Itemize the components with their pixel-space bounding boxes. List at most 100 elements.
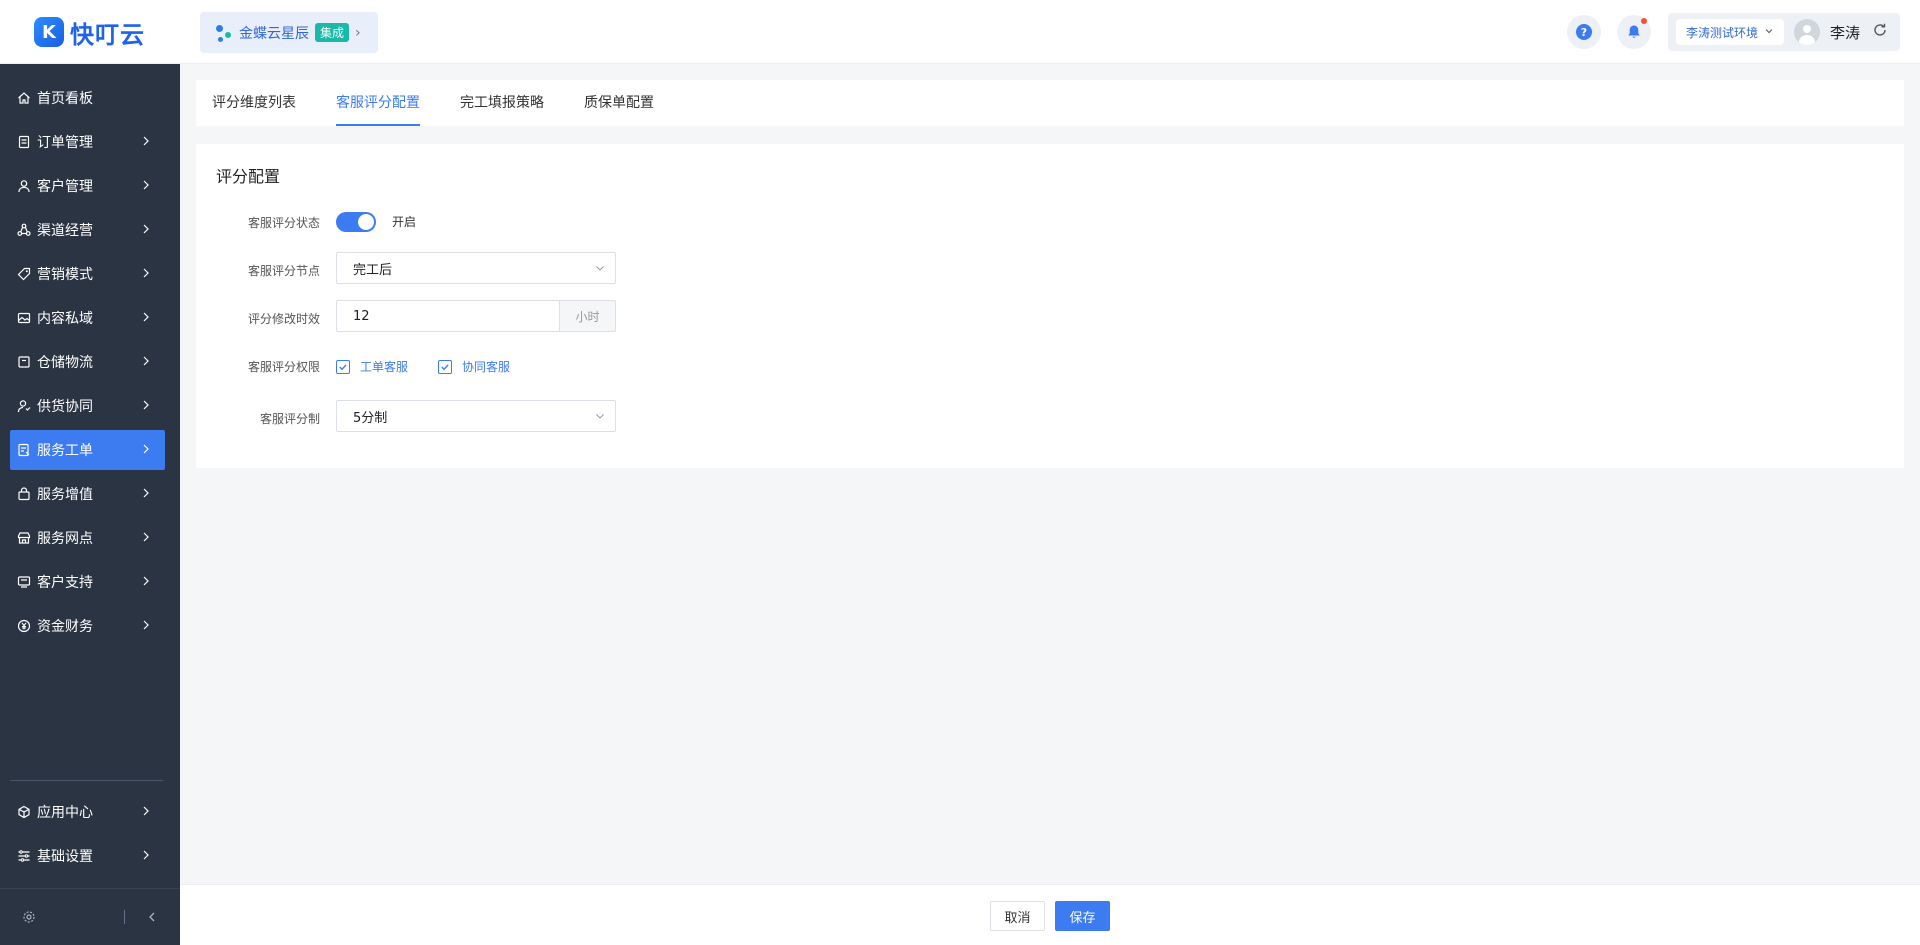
chevron-right-icon: [143, 356, 149, 366]
checkmark-icon: [336, 359, 350, 374]
sidebar-item-base-settings[interactable]: 基础设置: [10, 836, 165, 876]
chevron-right-icon: [143, 488, 149, 498]
chevron-right-icon: [143, 312, 149, 322]
sidebar-footer: [0, 888, 180, 945]
sidebar-item-content[interactable]: 内容私域: [10, 298, 165, 338]
rating-period-input[interactable]: 12: [337, 301, 559, 331]
rating-config-panel: 评分配置 客服评分状态 开启 客服评分节点 完工后 评分修改时效 12 小时 客…: [196, 144, 1904, 468]
integration-name: 金蝶云星辰: [239, 25, 309, 42]
warehouse-icon: [17, 355, 31, 369]
sidebar-item-label: 应用中心: [37, 805, 93, 821]
sidebar-item-label: 服务工单: [37, 443, 93, 459]
environment-select[interactable]: 李涛测试环境: [1676, 19, 1785, 45]
sidebar-item-label: 服务增值: [37, 487, 93, 503]
rating-node-value: 完工后: [353, 262, 393, 278]
cancel-button[interactable]: 取消: [990, 901, 1045, 931]
user-menu[interactable]: 李涛测试环境 李涛: [1668, 13, 1900, 51]
sidebar-item-channels[interactable]: 渠道经营: [10, 210, 165, 250]
sidebar-item-label: 营销模式: [37, 267, 93, 283]
sidebar: 首页看板 订单管理 客户管理 渠道经营 营销模式 内容私域 仓储物流 供货协同 …: [0, 64, 180, 945]
integration-switcher[interactable]: 金蝶云星辰 集成 ›: [200, 12, 378, 53]
rating-period-label: 评分修改时效: [247, 312, 320, 326]
logo[interactable]: K 快叮云: [34, 17, 145, 49]
permission-checkbox-ticket-service[interactable]: 工单客服: [336, 358, 408, 375]
top-header: K 快叮云 金蝶云星辰 集成 › ? 李涛测试环境 李涛: [0, 0, 1920, 64]
save-button[interactable]: 保存: [1055, 901, 1110, 931]
panel-title: 评分配置: [216, 167, 281, 186]
chevron-right-icon: [143, 180, 149, 190]
help-button[interactable]: ?: [1567, 15, 1601, 49]
tab-warranty-config[interactable]: 质保单配置: [584, 80, 654, 126]
sidebar-item-label: 首页看板: [37, 91, 93, 107]
chevron-right-icon: [143, 268, 149, 278]
sidebar-footer-separator: [124, 910, 125, 924]
sidebar-item-label: 客户支持: [37, 575, 93, 591]
chevron-right-icon: [143, 850, 149, 860]
environment-name: 李涛测试环境: [1686, 25, 1759, 40]
settings-list-icon: [17, 849, 31, 863]
sidebar-item-supply[interactable]: 供货协同: [10, 386, 165, 426]
chevron-right-icon: [143, 620, 149, 630]
sidebar-item-dashboard[interactable]: 首页看板: [10, 78, 165, 118]
sidebar-item-value-added[interactable]: 服务增值: [10, 474, 165, 514]
tab-completion-report-policy[interactable]: 完工填报策略: [460, 80, 544, 126]
sidebar-item-warehouse[interactable]: 仓储物流: [10, 342, 165, 382]
sidebar-item-label: 服务网点: [37, 531, 93, 547]
chevron-down-icon: [596, 266, 604, 271]
sidebar-item-label: 渠道经营: [37, 223, 93, 239]
sidebar-item-customer-support[interactable]: 客户支持: [10, 562, 165, 602]
tab-service-rating-config[interactable]: 客服评分配置: [336, 80, 420, 126]
sidebar-item-label: 供货协同: [37, 399, 93, 415]
sidebar-item-finance[interactable]: 资金财务: [10, 606, 165, 646]
chevron-right-icon: [143, 532, 149, 542]
sidebar-item-label: 基础设置: [37, 849, 93, 865]
rating-node-label: 客服评分节点: [247, 264, 320, 278]
bag-icon: [17, 487, 31, 501]
home-icon: [17, 91, 31, 105]
notification-button[interactable]: [1617, 15, 1651, 49]
sidebar-item-app-center[interactable]: 应用中心: [10, 792, 165, 832]
chevron-right-icon: [143, 444, 149, 454]
notification-dot: [1641, 18, 1647, 24]
sidebar-item-orders[interactable]: 订单管理: [10, 122, 165, 162]
chevron-down-icon: [596, 414, 604, 419]
user-name: 李涛: [1830, 23, 1861, 42]
logo-text: 快叮云: [70, 20, 145, 49]
checkmark-icon: [438, 359, 452, 374]
rating-scale-label: 客服评分制: [259, 412, 320, 426]
collapse-sidebar-icon[interactable]: [145, 910, 159, 924]
rating-node-select[interactable]: 完工后: [336, 252, 616, 284]
sidebar-item-customers[interactable]: 客户管理: [10, 166, 165, 206]
sidebar-item-label: 内容私域: [37, 311, 93, 327]
chevron-down-icon: [1764, 25, 1774, 39]
rating-status-toggle[interactable]: [336, 212, 376, 232]
yen-icon: [17, 619, 31, 633]
integration-badge: 集成: [315, 23, 350, 42]
help-icon: ?: [1576, 24, 1592, 40]
cube-icon: [17, 805, 31, 819]
integration-logo-icon: [214, 22, 234, 44]
chevron-right-icon: [143, 224, 149, 234]
tab-rating-dimensions[interactable]: 评分维度列表: [212, 80, 296, 126]
store-icon: [17, 531, 31, 545]
refresh-icon[interactable]: [1872, 22, 1888, 42]
sidebar-divider: [10, 780, 163, 781]
checkbox-label: 工单客服: [360, 360, 409, 374]
rating-scale-select[interactable]: 5分制: [336, 400, 616, 432]
ticket-icon: [17, 443, 31, 457]
action-footer: 取消 保存: [180, 884, 1920, 945]
logo-mark-icon: K: [34, 17, 64, 47]
tag-icon: [17, 267, 31, 281]
rating-period-unit: 小时: [559, 301, 615, 331]
sidebar-item-service-points[interactable]: 服务网点: [10, 518, 165, 558]
permission-checkbox-collab-service[interactable]: 协同客服: [438, 358, 510, 375]
support-icon: [17, 575, 31, 589]
rating-permission-label: 客服评分权限: [247, 360, 320, 374]
chevron-right-icon: [143, 806, 149, 816]
sidebar-item-marketing[interactable]: 营销模式: [10, 254, 165, 294]
chevron-right-icon: [143, 576, 149, 586]
sidebar-item-service-tickets[interactable]: 服务工单: [10, 430, 165, 470]
user-icon: [17, 179, 31, 193]
avatar[interactable]: [1794, 19, 1821, 45]
gear-icon[interactable]: [22, 910, 36, 924]
